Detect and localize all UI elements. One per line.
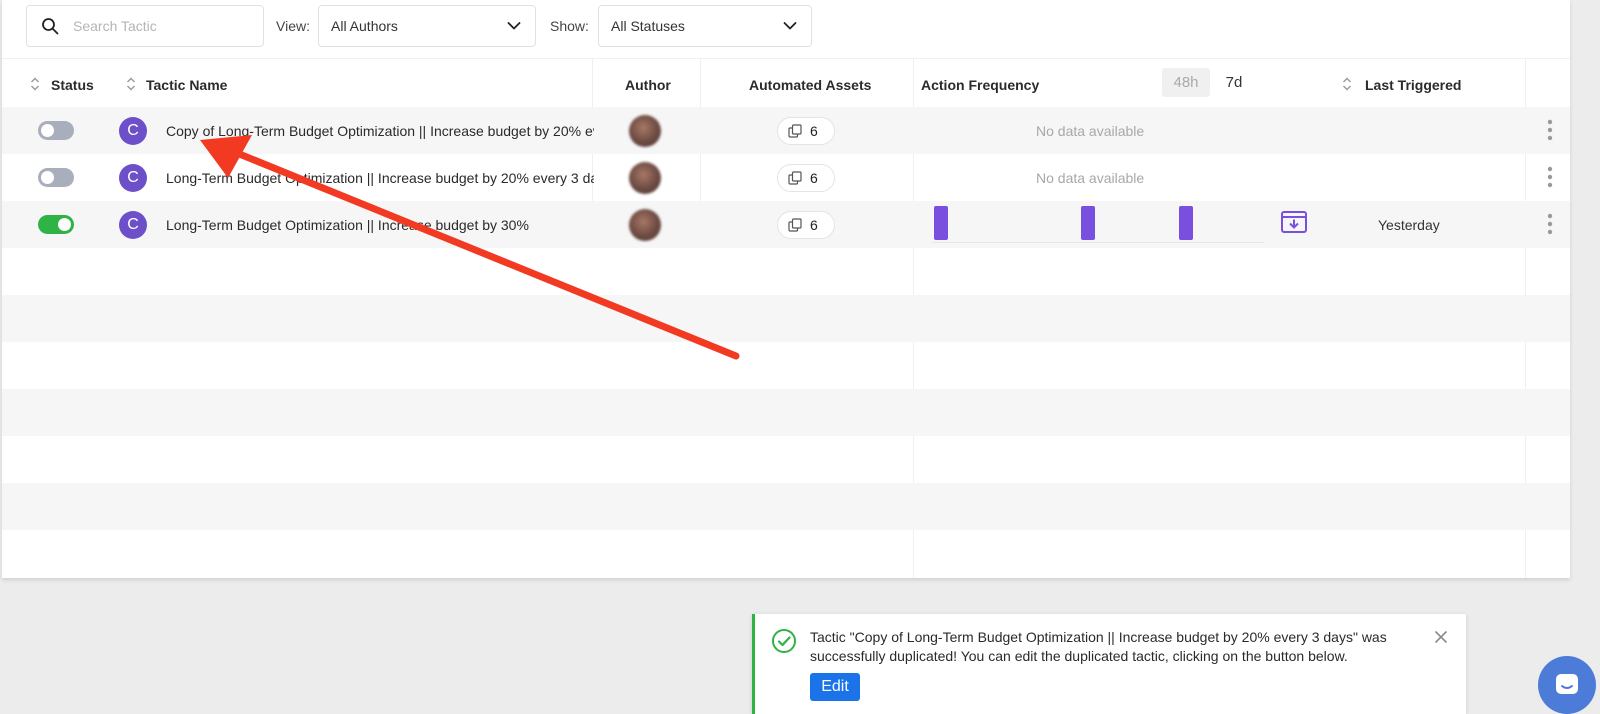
automated-assets-count[interactable]: 6 (777, 211, 835, 239)
table-row[interactable]: C Copy of Long-Term Budget Optimization … (2, 107, 1570, 154)
view-select-value: All Authors (331, 18, 398, 34)
chat-icon (1556, 674, 1578, 694)
table-row[interactable]: C Long-Term Budget Optimization || Incre… (2, 201, 1570, 248)
success-toast: Tactic "Copy of Long-Term Budget Optimiz… (752, 614, 1466, 714)
show-label: Show: (550, 18, 589, 34)
empty-row (2, 295, 1570, 342)
empty-row (2, 248, 1570, 295)
tactic-name[interactable]: Copy of Long-Term Budget Optimization ||… (166, 123, 594, 139)
frequency-bar[interactable] (1179, 206, 1193, 240)
download-tray-icon[interactable] (1281, 211, 1307, 233)
range-7d-toggle[interactable]: 7d (1210, 68, 1258, 97)
tactic-badge: C (119, 211, 147, 239)
frequency-bar[interactable] (1081, 206, 1095, 240)
status-toggle[interactable] (38, 168, 74, 187)
status-toggle[interactable] (38, 121, 74, 140)
author-avatar (629, 162, 661, 194)
kebab-icon[interactable] (1547, 119, 1553, 141)
header-automated-assets: Automated Assets (749, 77, 872, 93)
author-avatar (629, 209, 661, 241)
filter-toolbar: View: All Authors Show: All Statuses (2, 0, 1570, 58)
sort-icon[interactable] (1342, 76, 1352, 92)
header-tactic-name[interactable]: Tactic Name (146, 77, 227, 93)
last-triggered-value: Yesterday (1378, 217, 1440, 233)
search-box[interactable] (26, 5, 264, 47)
close-icon[interactable] (1434, 630, 1448, 644)
assets-count: 6 (810, 170, 818, 186)
toast-message: Tactic "Copy of Long-Term Budget Optimiz… (810, 629, 1387, 664)
copy-icon (788, 171, 802, 185)
sort-icon[interactable] (30, 76, 40, 92)
automated-assets-count[interactable]: 6 (777, 117, 835, 145)
header-status[interactable]: Status (51, 77, 94, 93)
chevron-down-icon (783, 22, 797, 30)
assets-count: 6 (810, 123, 818, 139)
search-icon (42, 18, 59, 35)
chat-launcher[interactable] (1538, 656, 1596, 714)
assets-count: 6 (810, 217, 818, 233)
no-data-text: No data available (1036, 123, 1145, 139)
author-avatar (629, 115, 661, 147)
frequency-bar[interactable] (934, 206, 948, 240)
copy-icon (788, 124, 802, 138)
empty-row (2, 530, 1570, 577)
status-select[interactable]: All Statuses (598, 5, 812, 47)
kebab-icon[interactable] (1547, 166, 1553, 188)
table-header: Status Tactic Name Author Automated Asse… (2, 58, 1570, 108)
sort-icon[interactable] (126, 76, 136, 92)
tactic-badge: C (119, 164, 147, 192)
search-input[interactable] (71, 17, 241, 35)
status-select-value: All Statuses (611, 18, 685, 34)
header-last-triggered[interactable]: Last Triggered (1365, 77, 1461, 93)
tactics-panel: View: All Authors Show: All Statuses Sta… (2, 0, 1570, 578)
view-select[interactable]: All Authors (318, 5, 536, 47)
tactic-badge: C (119, 117, 147, 145)
no-data-text: No data available (1036, 170, 1145, 186)
automated-assets-count[interactable]: 6 (777, 164, 835, 192)
empty-row (2, 389, 1570, 436)
check-circle-icon (772, 629, 796, 653)
chevron-down-icon (507, 22, 521, 30)
header-author: Author (625, 77, 671, 93)
status-toggle[interactable] (38, 215, 74, 234)
tactic-name[interactable]: Long-Term Budget Optimization || Increas… (166, 217, 594, 233)
empty-row (2, 342, 1570, 389)
empty-row (2, 483, 1570, 530)
table-row[interactable]: C Long-Term Budget Optimization || Incre… (2, 154, 1570, 201)
frequency-baseline (932, 242, 1264, 243)
edit-button[interactable]: Edit (810, 673, 860, 701)
view-label: View: (276, 18, 310, 34)
tactic-name[interactable]: Long-Term Budget Optimization || Increas… (166, 170, 594, 186)
range-48h-toggle[interactable]: 48h (1162, 68, 1210, 97)
empty-row (2, 436, 1570, 483)
kebab-icon[interactable] (1547, 213, 1553, 235)
copy-icon (788, 218, 802, 232)
header-action-frequency: Action Frequency (921, 77, 1040, 93)
